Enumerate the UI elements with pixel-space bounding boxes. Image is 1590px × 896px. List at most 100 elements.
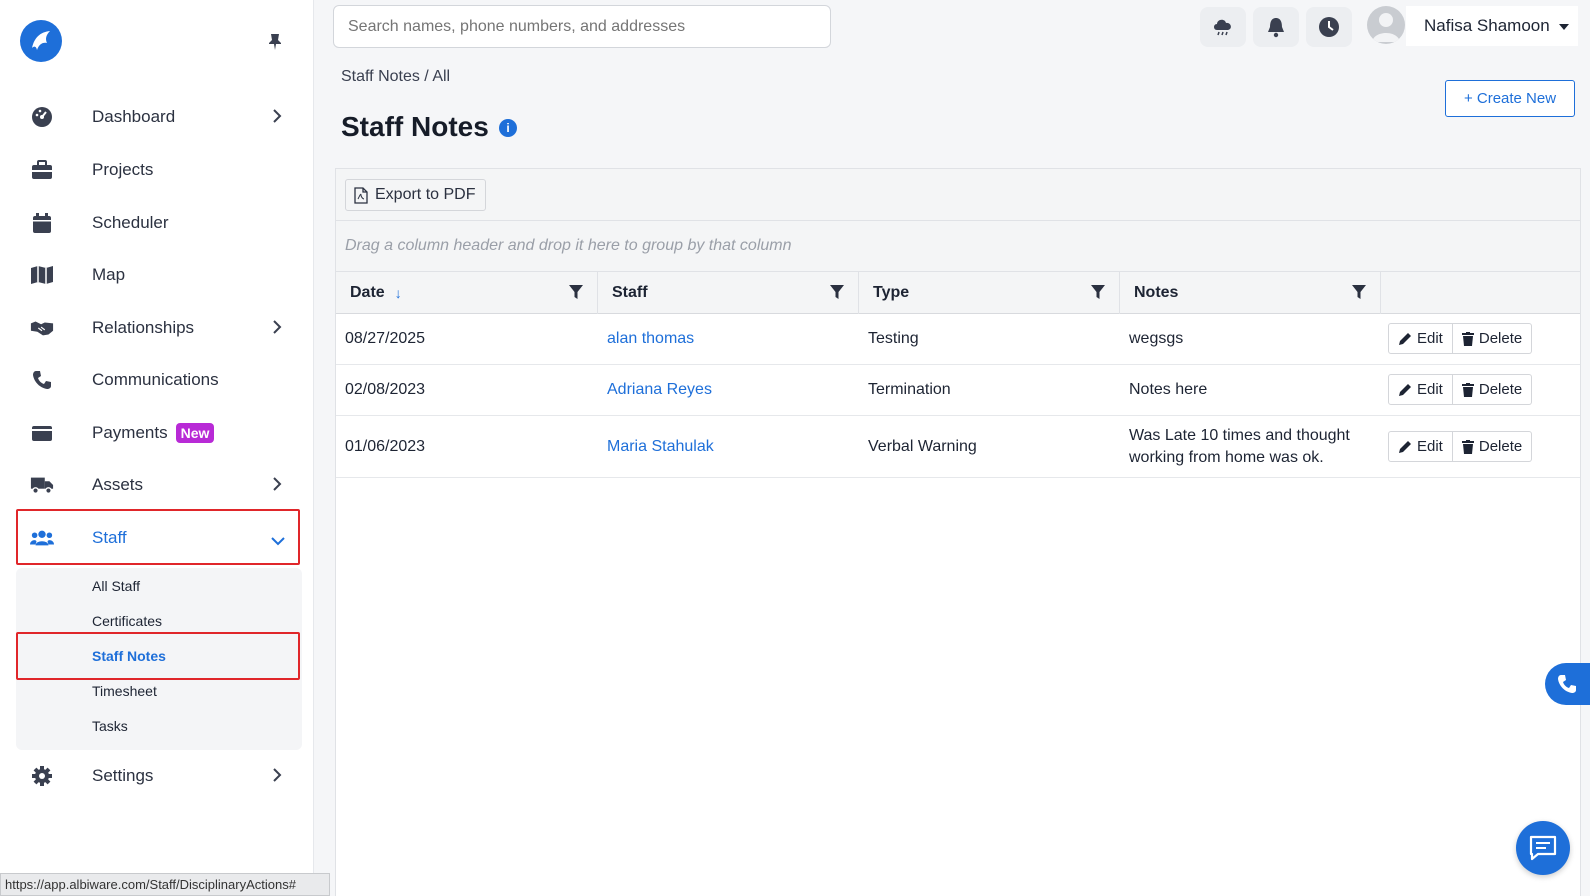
cell-staff-link[interactable]: Adriana Reyes (598, 365, 712, 415)
delete-button[interactable]: Delete (1452, 323, 1533, 354)
delete-button[interactable]: Delete (1452, 431, 1533, 462)
handshake-icon (30, 316, 54, 340)
filter-icon[interactable] (569, 284, 583, 305)
column-header-date[interactable]: Date ↓ (336, 272, 598, 314)
payments-label: Payments (92, 423, 168, 442)
submenu-item-all-staff[interactable]: All Staff (92, 578, 140, 594)
edit-label: Edit (1417, 438, 1443, 455)
user-name: Nafisa Shamoon (1424, 16, 1550, 35)
chevron-down-icon (270, 533, 286, 551)
filter-icon[interactable] (830, 284, 844, 305)
chevron-right-icon (272, 767, 282, 788)
row-actions: Edit Delete (1388, 431, 1533, 462)
sidebar-item-label: Communications (92, 370, 219, 389)
delete-label: Delete (1478, 381, 1523, 398)
trash-icon (1461, 382, 1474, 397)
edit-button[interactable]: Edit (1388, 323, 1453, 354)
row-actions: Edit Delete (1388, 374, 1533, 405)
sidebar-item-map[interactable]: Map (16, 250, 300, 300)
submenu-item-staff-notes[interactable]: Staff Notes (92, 648, 166, 664)
weather-button[interactable] (1200, 7, 1246, 47)
chat-fab-button[interactable] (1516, 821, 1570, 875)
caret-down-icon (1558, 16, 1570, 36)
sidebar-item-assets[interactable]: Assets (16, 460, 300, 510)
user-menu-dropdown[interactable]: Nafisa Shamoon (1406, 6, 1578, 46)
create-new-button[interactable]: + Create New (1445, 80, 1575, 117)
export-pdf-button[interactable]: Export to PDF (345, 179, 487, 211)
bird-logo-icon (32, 31, 50, 50)
table-row: 02/08/2023 Adriana Reyes Termination Not… (336, 365, 1580, 416)
map-icon (30, 263, 54, 287)
export-label: Export to PDF (375, 186, 476, 203)
edit-label: Edit (1417, 381, 1443, 398)
dashboard-gauge-icon (30, 105, 54, 129)
submenu-item-timesheet[interactable]: Timesheet (92, 683, 157, 699)
submenu-item-tasks[interactable]: Tasks (92, 718, 128, 734)
cell-staff-link[interactable]: Maria Stahulak (598, 416, 714, 477)
filter-icon[interactable] (1091, 284, 1105, 305)
avatar[interactable] (1367, 6, 1405, 44)
sidebar-item-settings[interactable]: Settings (16, 751, 300, 801)
chat-bubble-icon (1529, 835, 1557, 861)
filter-icon[interactable] (1352, 284, 1366, 305)
phone-icon (30, 368, 54, 392)
cell-staff-link[interactable]: alan thomas (598, 314, 694, 364)
sidebar-item-label: Settings (92, 766, 154, 785)
sidebar-item-communications[interactable]: Communications (16, 355, 300, 405)
page-title: Staff Notes (341, 111, 489, 142)
column-header-type[interactable]: Type (859, 272, 1120, 314)
cell-type: Testing (868, 330, 919, 347)
column-header-label: Notes (1134, 284, 1179, 301)
delete-label: Delete (1478, 438, 1523, 455)
column-header-label: Type (873, 284, 910, 301)
edit-button[interactable]: Edit (1388, 431, 1453, 462)
edit-button[interactable]: Edit (1388, 374, 1453, 405)
cell-date: 08/27/2025 (345, 330, 426, 347)
column-header-staff[interactable]: Staff (598, 272, 859, 314)
pencil-icon (1399, 440, 1411, 453)
cell-notes: wegsgs (1129, 330, 1184, 347)
sidebar-item-staff[interactable]: Staff (16, 513, 300, 563)
notifications-button[interactable] (1253, 7, 1299, 47)
cell-date: 02/08/2023 (345, 381, 426, 398)
time-clock-button[interactable] (1306, 7, 1352, 47)
app-logo[interactable] (20, 20, 62, 62)
sort-descending-icon: ↓ (394, 285, 402, 301)
clock-icon (1319, 17, 1339, 37)
phone-icon (1558, 675, 1576, 693)
column-header-notes[interactable]: Notes (1120, 272, 1381, 314)
pin-icon[interactable] (268, 33, 282, 56)
search-input[interactable] (333, 5, 831, 48)
chevron-right-icon (272, 108, 282, 129)
sidebar-item-dashboard[interactable]: Dashboard (16, 92, 300, 142)
pdf-file-icon (354, 186, 368, 204)
sidebar: Dashboard Projects Scheduler Map Relatio… (0, 0, 314, 896)
info-icon[interactable]: i (499, 119, 517, 137)
group-by-panel[interactable]: Drag a column header and drop it here to… (336, 221, 1580, 272)
new-badge: New (175, 423, 215, 443)
sidebar-item-relationships[interactable]: Relationships (16, 303, 300, 353)
calendar-icon (30, 211, 54, 235)
delete-button[interactable]: Delete (1452, 374, 1533, 405)
pencil-icon (1399, 383, 1411, 396)
submenu-item-certificates[interactable]: Certificates (92, 613, 162, 629)
sidebar-item-label: Scheduler (92, 213, 169, 232)
status-bar-url: https://app.albiware.com/Staff/Disciplin… (0, 873, 330, 896)
call-fab-button[interactable] (1545, 663, 1590, 705)
column-header-label: Staff (612, 284, 648, 301)
sidebar-item-payments[interactable]: Payments New (16, 408, 300, 458)
sidebar-item-label: Payments New (92, 423, 215, 443)
table-row: 01/06/2023 Maria Stahulak Verbal Warning… (336, 416, 1580, 478)
sidebar-item-label: Projects (92, 160, 154, 179)
trash-icon (1461, 439, 1474, 454)
sidebar-item-scheduler[interactable]: Scheduler (16, 198, 300, 248)
sidebar-item-label: Dashboard (92, 107, 176, 126)
chevron-right-icon (272, 476, 282, 497)
grid-toolbar: Export to PDF (336, 169, 1580, 221)
users-icon (30, 526, 54, 550)
sidebar-item-projects[interactable]: Projects (16, 145, 300, 195)
cell-notes: Notes here (1129, 381, 1208, 398)
briefcase-icon (30, 158, 54, 182)
sidebar-item-label: Map (92, 265, 126, 284)
staff-submenu: All Staff Certificates Staff Notes Times… (16, 568, 302, 750)
